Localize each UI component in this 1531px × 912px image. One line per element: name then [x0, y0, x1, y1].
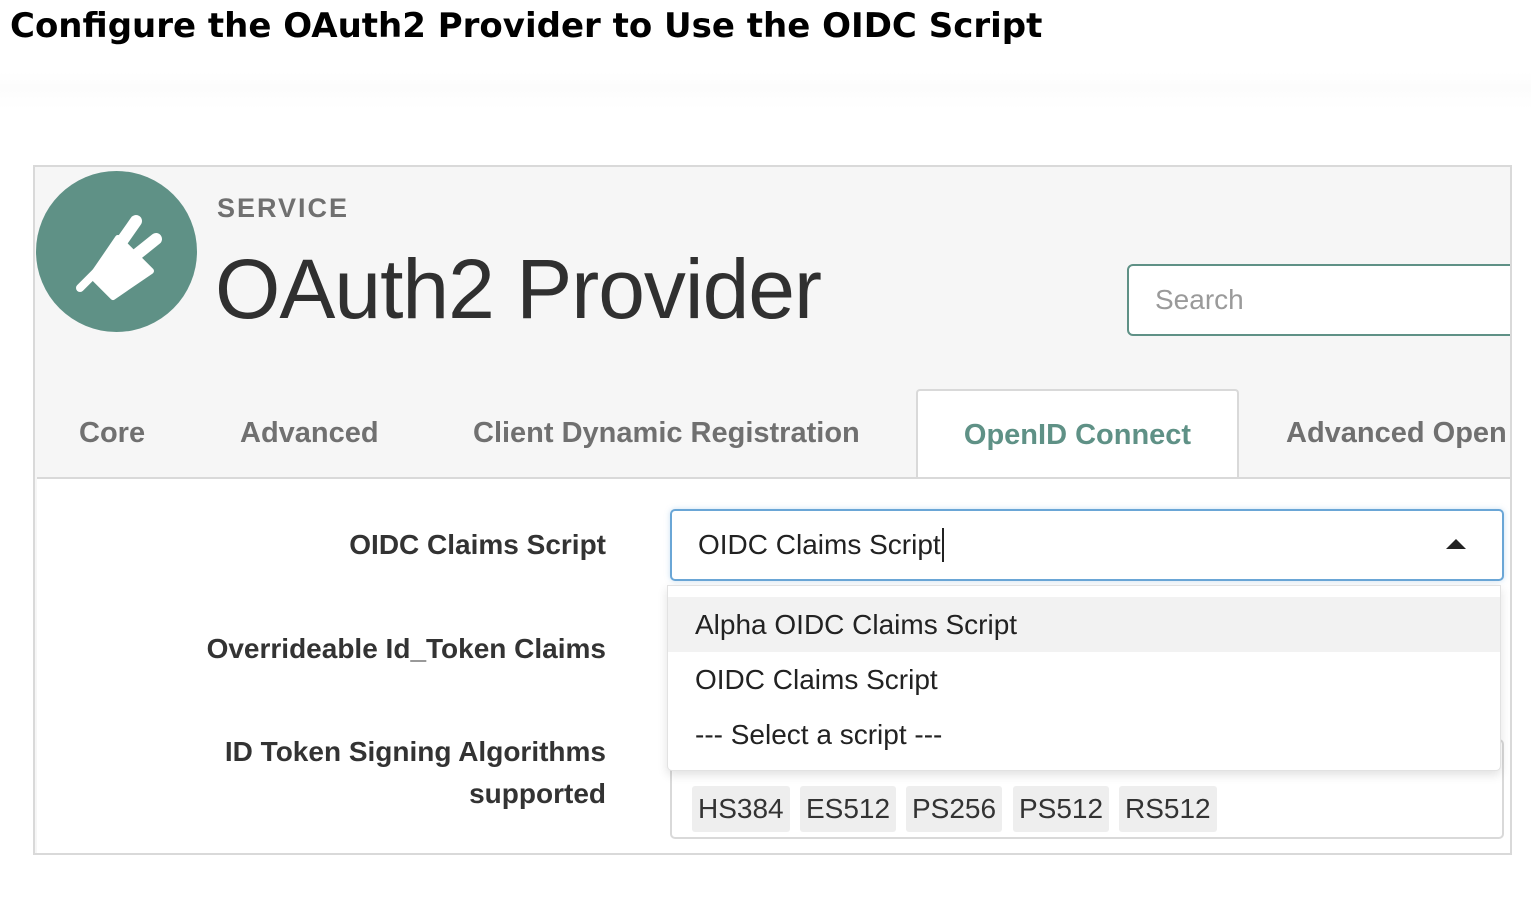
search-input[interactable] — [1127, 264, 1510, 336]
dropdown-option-alpha-oidc-claims-script[interactable]: Alpha OIDC Claims Script — [668, 597, 1500, 652]
plug-icon — [36, 171, 197, 332]
top-shade — [0, 72, 1531, 110]
algorithm-chip[interactable]: ES512 — [800, 786, 897, 832]
caret-up-icon[interactable] — [1446, 539, 1466, 549]
algorithm-chip[interactable]: HS384 — [692, 786, 790, 832]
tab-client-dynamic-registration[interactable]: Client Dynamic Registration — [473, 389, 860, 477]
dropdown-option-oidc-claims-script[interactable]: OIDC Claims Script — [668, 652, 1500, 707]
overrideable-claims-label: Overrideable Id_Token Claims — [206, 633, 606, 664]
oidc-claims-script-label: OIDC Claims Script — [349, 529, 606, 560]
tab-core[interactable]: Core — [79, 389, 145, 477]
id-token-signing-label-line1: ID Token Signing Algorithms — [224, 736, 606, 767]
algorithm-chip[interactable]: RS512 — [1119, 786, 1217, 832]
tab-bar: Core Advanced Client Dynamic Registratio… — [35, 389, 1510, 479]
text-cursor — [941, 527, 944, 562]
oidc-claims-script-select[interactable]: OIDC Claims Script — [670, 509, 1504, 581]
tab-advanced[interactable]: Advanced — [240, 389, 379, 477]
dropdown-option-select-a-script[interactable]: --- Select a script --- — [668, 707, 1500, 762]
tab-openid-connect[interactable]: OpenID Connect — [916, 389, 1239, 479]
algorithm-chip[interactable]: PS512 — [1013, 786, 1110, 832]
service-kicker: SERVICE — [217, 193, 350, 223]
oidc-claims-script-dropdown: Alpha OIDC Claims Script OIDC Claims Scr… — [667, 585, 1501, 771]
id-token-signing-label-line2: supported — [469, 778, 606, 809]
page-title: OAuth2 Provider — [215, 242, 822, 336]
tab-advanced-openid-connect[interactable]: Advanced Open — [1286, 389, 1507, 477]
document-heading: Configure the OAuth2 Provider to Use the… — [10, 6, 1043, 46]
algorithm-chip[interactable]: PS256 — [906, 786, 1003, 832]
oidc-claims-script-value[interactable]: OIDC Claims Script — [698, 511, 944, 579]
